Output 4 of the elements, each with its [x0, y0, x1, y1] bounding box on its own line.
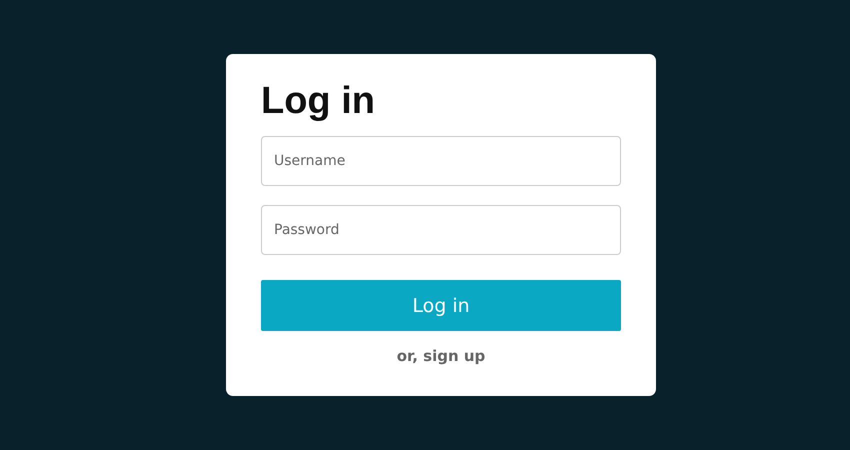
- signup-link[interactable]: or, sign up: [396, 347, 486, 365]
- input-field[interactable]: Username: [261, 136, 621, 186]
- login-title: Log in: [261, 79, 376, 124]
- input-field[interactable]: Password: [261, 205, 621, 255]
